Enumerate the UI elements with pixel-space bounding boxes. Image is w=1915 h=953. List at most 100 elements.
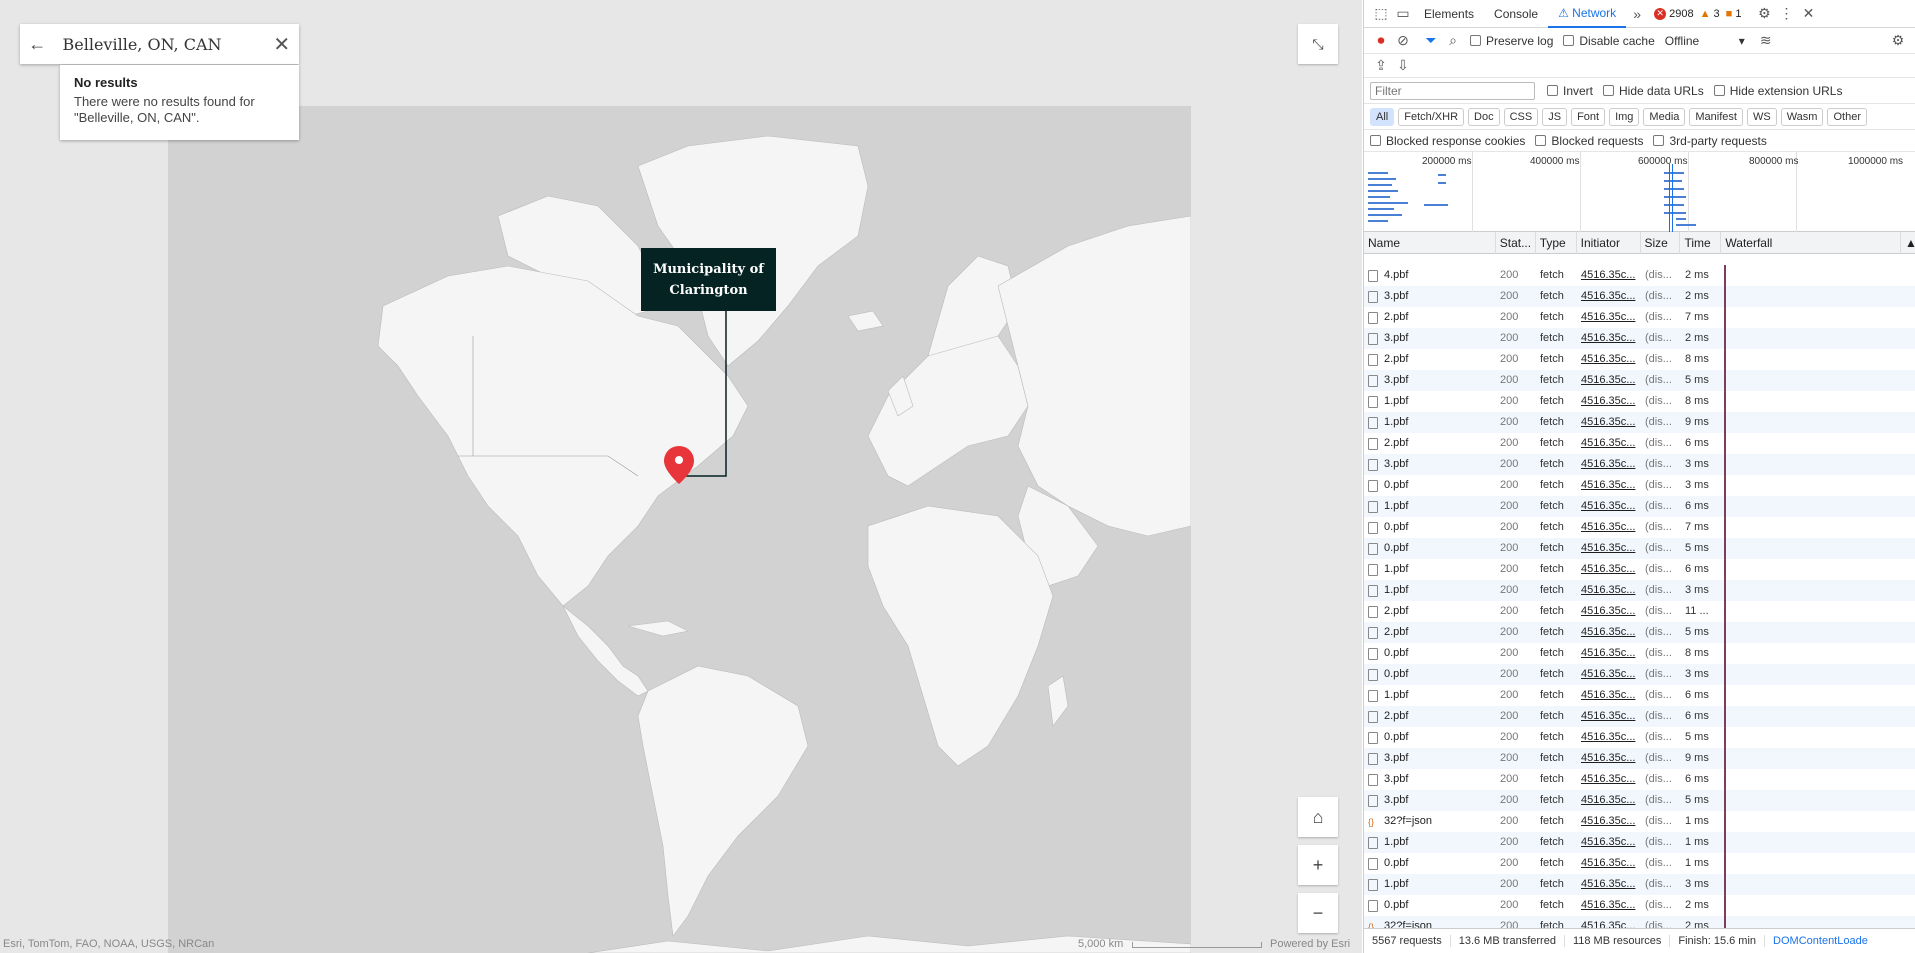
record-icon[interactable]: ⏺ [1370, 30, 1392, 52]
cell-initiator[interactable]: 4516.35c... [1577, 391, 1641, 412]
collapse-icon[interactable]: ⤡ [1298, 24, 1338, 64]
network-overview[interactable]: 200000 ms 400000 ms 600000 ms 800000 ms … [1364, 152, 1915, 232]
cell-initiator[interactable]: 4516.35c... [1577, 811, 1641, 832]
cell-name[interactable]: 1.pbf [1364, 832, 1496, 853]
table-row[interactable]: 3.pbf 200 fetch 4516.35c... (dis... 5 ms [1364, 370, 1915, 391]
cell-initiator[interactable]: 4516.35c... [1577, 412, 1641, 433]
disable-cache-checkbox[interactable]: Disable cache [1563, 34, 1655, 48]
table-row[interactable]: 0.pbf 200 fetch 4516.35c... (dis... 7 ms [1364, 517, 1915, 538]
cell-name[interactable]: 1.pbf [1364, 559, 1496, 580]
blocked-cookies-checkbox[interactable]: Blocked response cookies [1370, 134, 1525, 148]
cell-name[interactable]: 2.pbf [1364, 706, 1496, 727]
cell-initiator[interactable]: 4516.35c... [1577, 517, 1641, 538]
cell-name[interactable]: 1.pbf [1364, 874, 1496, 895]
error-badge[interactable]: ✕ 2908 [1654, 7, 1694, 20]
search-input[interactable] [54, 24, 265, 64]
cell-initiator[interactable]: 4516.35c... [1577, 622, 1641, 643]
network-conditions-icon[interactable]: ≋ [1755, 30, 1777, 52]
hide-extension-urls-checkbox[interactable]: Hide extension URLs [1713, 84, 1842, 98]
table-row[interactable]: 3.pbf 200 fetch 4516.35c... (dis... 5 ms [1364, 790, 1915, 811]
tab-console[interactable]: Console [1484, 0, 1548, 28]
cell-name[interactable]: 0.pbf [1364, 853, 1496, 874]
cell-name[interactable]: 3.pbf [1364, 328, 1496, 349]
type-filter-other[interactable]: Other [1827, 107, 1867, 126]
cell-initiator[interactable]: 4516.35c... [1577, 454, 1641, 475]
close-devtools-icon[interactable]: ✕ [1797, 3, 1819, 25]
cell-name[interactable]: 1.pbf [1364, 580, 1496, 601]
table-row[interactable]: 1.pbf 200 fetch 4516.35c... (dis... 6 ms [1364, 496, 1915, 517]
cell-initiator[interactable]: 4516.35c... [1577, 727, 1641, 748]
col-time[interactable]: Time [1680, 231, 1722, 254]
tab-network[interactable]: ⚠ Network [1548, 0, 1627, 28]
cell-initiator[interactable]: 4516.35c... [1577, 916, 1641, 928]
table-row[interactable]: 0.pbf 200 fetch 4516.35c... (dis... 3 ms [1364, 664, 1915, 685]
network-settings-icon[interactable]: ⚙ [1887, 30, 1909, 52]
table-row[interactable]: 3.pbf 200 fetch 4516.35c... (dis... 2 ms [1364, 286, 1915, 307]
cell-name[interactable]: 2.pbf [1364, 433, 1496, 454]
zoom-in-button[interactable]: + [1298, 845, 1338, 885]
kebab-menu-icon[interactable]: ⋮ [1775, 3, 1797, 25]
col-type[interactable]: Type [1536, 231, 1577, 254]
cell-name[interactable]: {} 32?f=json [1364, 811, 1496, 832]
table-row[interactable]: 0.pbf 200 fetch 4516.35c... (dis... 5 ms [1364, 727, 1915, 748]
clear-icon[interactable]: ⊘ [1392, 30, 1414, 52]
cell-initiator[interactable]: 4516.35c... [1577, 664, 1641, 685]
cell-initiator[interactable]: 4516.35c... [1577, 769, 1641, 790]
cell-initiator[interactable]: 4516.35c... [1577, 874, 1641, 895]
cell-name[interactable]: 1.pbf [1364, 412, 1496, 433]
type-filter-media[interactable]: Media [1643, 107, 1686, 126]
blocked-requests-checkbox[interactable]: Blocked requests [1535, 134, 1643, 148]
table-row[interactable]: 2.pbf 200 fetch 4516.35c... (dis... 11 ... [1364, 601, 1915, 622]
cell-initiator[interactable]: 4516.35c... [1577, 328, 1641, 349]
cell-initiator[interactable]: 4516.35c... [1577, 475, 1641, 496]
type-filter-ws[interactable]: WS [1746, 107, 1777, 126]
cell-name[interactable]: 3.pbf [1364, 370, 1496, 391]
cell-name[interactable]: 3.pbf [1364, 748, 1496, 769]
col-initiator[interactable]: Initiator [1577, 231, 1641, 254]
invert-checkbox[interactable]: Invert [1547, 84, 1593, 98]
location-popup[interactable]: Municipality of Clarington [641, 248, 776, 311]
table-row[interactable]: {} 32?f=json 200 fetch 4516.35c... (dis... 2 m… [1364, 916, 1915, 928]
arrow-left-icon[interactable]: ← [20, 24, 55, 64]
cell-initiator[interactable]: 4516.35c... [1577, 538, 1641, 559]
cell-initiator[interactable]: 4516.35c... [1577, 433, 1641, 454]
cell-name[interactable]: 4.pbf [1364, 265, 1496, 286]
cell-name[interactable]: 3.pbf [1364, 790, 1496, 811]
table-row[interactable]: 2.pbf 200 fetch 4516.35c... (dis... 8 ms [1364, 349, 1915, 370]
cell-name[interactable]: 0.pbf [1364, 664, 1496, 685]
table-row[interactable]: 0.pbf 200 fetch 4516.35c... (dis... 8 ms [1364, 643, 1915, 664]
table-row[interactable]: 2.pbf 200 fetch 4516.35c... (dis... 7 ms [1364, 307, 1915, 328]
status-dcl[interactable]: DOMContentLoade [1765, 935, 1876, 947]
upload-icon[interactable]: ⇪ [1370, 55, 1392, 77]
table-row[interactable]: 3.pbf 200 fetch 4516.35c... (dis... 3 ms [1364, 454, 1915, 475]
cell-name[interactable]: 2.pbf [1364, 601, 1496, 622]
type-filter-all[interactable]: All [1370, 107, 1395, 126]
filter-icon[interactable]: ⏷ [1420, 30, 1442, 52]
download-icon[interactable]: ⇩ [1392, 55, 1414, 77]
cell-initiator[interactable]: 4516.35c... [1577, 685, 1641, 706]
cell-initiator[interactable]: 4516.35c... [1577, 496, 1641, 517]
table-row[interactable]: 2.pbf 200 fetch 4516.35c... (dis... 5 ms [1364, 622, 1915, 643]
col-status[interactable]: Stat... [1496, 231, 1536, 254]
table-row[interactable]: 0.pbf 200 fetch 4516.35c... (dis... 1 ms [1364, 853, 1915, 874]
cell-initiator[interactable]: 4516.35c... [1577, 307, 1641, 328]
col-name[interactable]: Name [1364, 231, 1496, 254]
cell-initiator[interactable]: 4516.35c... [1577, 370, 1641, 391]
cell-initiator[interactable]: 4516.35c... [1577, 748, 1641, 769]
cell-name[interactable]: 3.pbf [1364, 286, 1496, 307]
cell-initiator[interactable]: 4516.35c... [1577, 853, 1641, 874]
cell-name[interactable]: 3.pbf [1364, 769, 1496, 790]
type-filter-font[interactable]: Font [1571, 107, 1606, 126]
cell-initiator[interactable]: 4516.35c... [1577, 349, 1641, 370]
table-row[interactable]: 2.pbf 200 fetch 4516.35c... (dis... 6 ms [1364, 706, 1915, 727]
table-row[interactable]: 3.pbf 200 fetch 4516.35c... (dis... 2 ms [1364, 328, 1915, 349]
warning-badge[interactable]: ▲ 3 [1700, 8, 1720, 20]
cell-initiator[interactable]: 4516.35c... [1577, 286, 1641, 307]
cell-name[interactable]: 0.pbf [1364, 727, 1496, 748]
cell-name[interactable]: {} 32?f=json [1364, 916, 1496, 928]
cell-name[interactable]: 2.pbf [1364, 622, 1496, 643]
table-row[interactable]: 1.pbf 200 fetch 4516.35c... (dis... 8 ms [1364, 391, 1915, 412]
type-filter-doc[interactable]: Doc [1468, 107, 1500, 126]
type-filter-manifest[interactable]: Manifest [1689, 107, 1743, 126]
preserve-log-checkbox[interactable]: Preserve log [1470, 34, 1553, 48]
